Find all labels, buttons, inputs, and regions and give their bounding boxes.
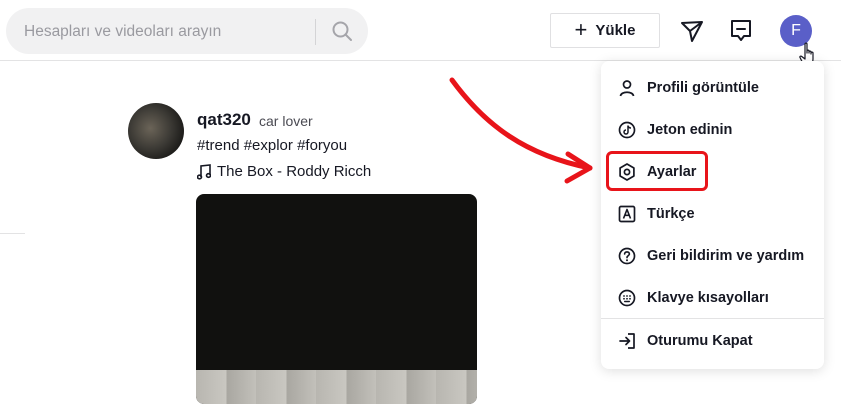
profile-dropdown-menu: Profili görüntüle Jeton edinin Ayarlar T… [601, 61, 824, 369]
music-note-icon [197, 163, 211, 180]
language-icon [617, 204, 637, 224]
help-icon [617, 246, 637, 266]
menu-item-label: Jeton edinin [647, 122, 733, 138]
upload-label: Yükle [595, 22, 636, 39]
menu-item-view-profile[interactable]: Profili görüntüle [601, 67, 824, 109]
search-icon [332, 21, 352, 41]
sidebar-divider [0, 233, 25, 234]
post-hashtags[interactable]: #trend #explor #foryou [197, 137, 347, 154]
search-input[interactable] [22, 8, 316, 56]
menu-item-label: Oturumu Kapat [647, 333, 753, 349]
post-nickname: car lover [259, 113, 313, 129]
search-button[interactable] [324, 16, 360, 46]
post-music[interactable]: The Box - Roddy Ricch [197, 163, 371, 180]
menu-item-label: Klavye kısayolları [647, 290, 769, 306]
logout-icon [617, 331, 637, 351]
video-frame-content [196, 370, 477, 404]
inbox-icon [731, 20, 751, 41]
menu-divider [601, 318, 824, 319]
keyboard-icon [617, 288, 637, 308]
messages-button[interactable] [678, 17, 706, 45]
post-author-avatar[interactable] [128, 103, 184, 159]
menu-item-language[interactable]: Türkçe [601, 193, 824, 235]
post-music-label: The Box - Roddy Ricch [217, 163, 372, 180]
menu-item-logout[interactable]: Oturumu Kapat [601, 320, 824, 362]
menu-item-label: Geri bildirim ve yardım [647, 248, 805, 264]
menu-item-label: Türkçe [647, 206, 695, 222]
annotation-highlight-box [606, 151, 708, 191]
video-player[interactable] [196, 194, 477, 404]
send-icon [681, 21, 703, 42]
menu-item-get-coins[interactable]: Jeton edinin [601, 109, 824, 151]
menu-item-feedback-help[interactable]: Geri bildirim ve yardım [601, 235, 824, 277]
coin-icon [617, 120, 637, 140]
annotation-arrow [449, 77, 593, 184]
search-box [6, 8, 368, 56]
avatar-letter: F [791, 22, 801, 39]
search-divider [315, 19, 316, 45]
menu-item-label: Profili görüntüle [647, 80, 759, 96]
menu-item-keyboard-shortcuts[interactable]: Klavye kısayolları [601, 277, 824, 319]
upload-button[interactable]: + Yükle [550, 13, 660, 48]
top-bar: + Yükle F [0, 0, 841, 61]
person-icon [617, 78, 637, 98]
post-username[interactable]: qat320 [197, 110, 251, 130]
inbox-button[interactable] [727, 17, 755, 45]
plus-icon: + [574, 16, 588, 42]
